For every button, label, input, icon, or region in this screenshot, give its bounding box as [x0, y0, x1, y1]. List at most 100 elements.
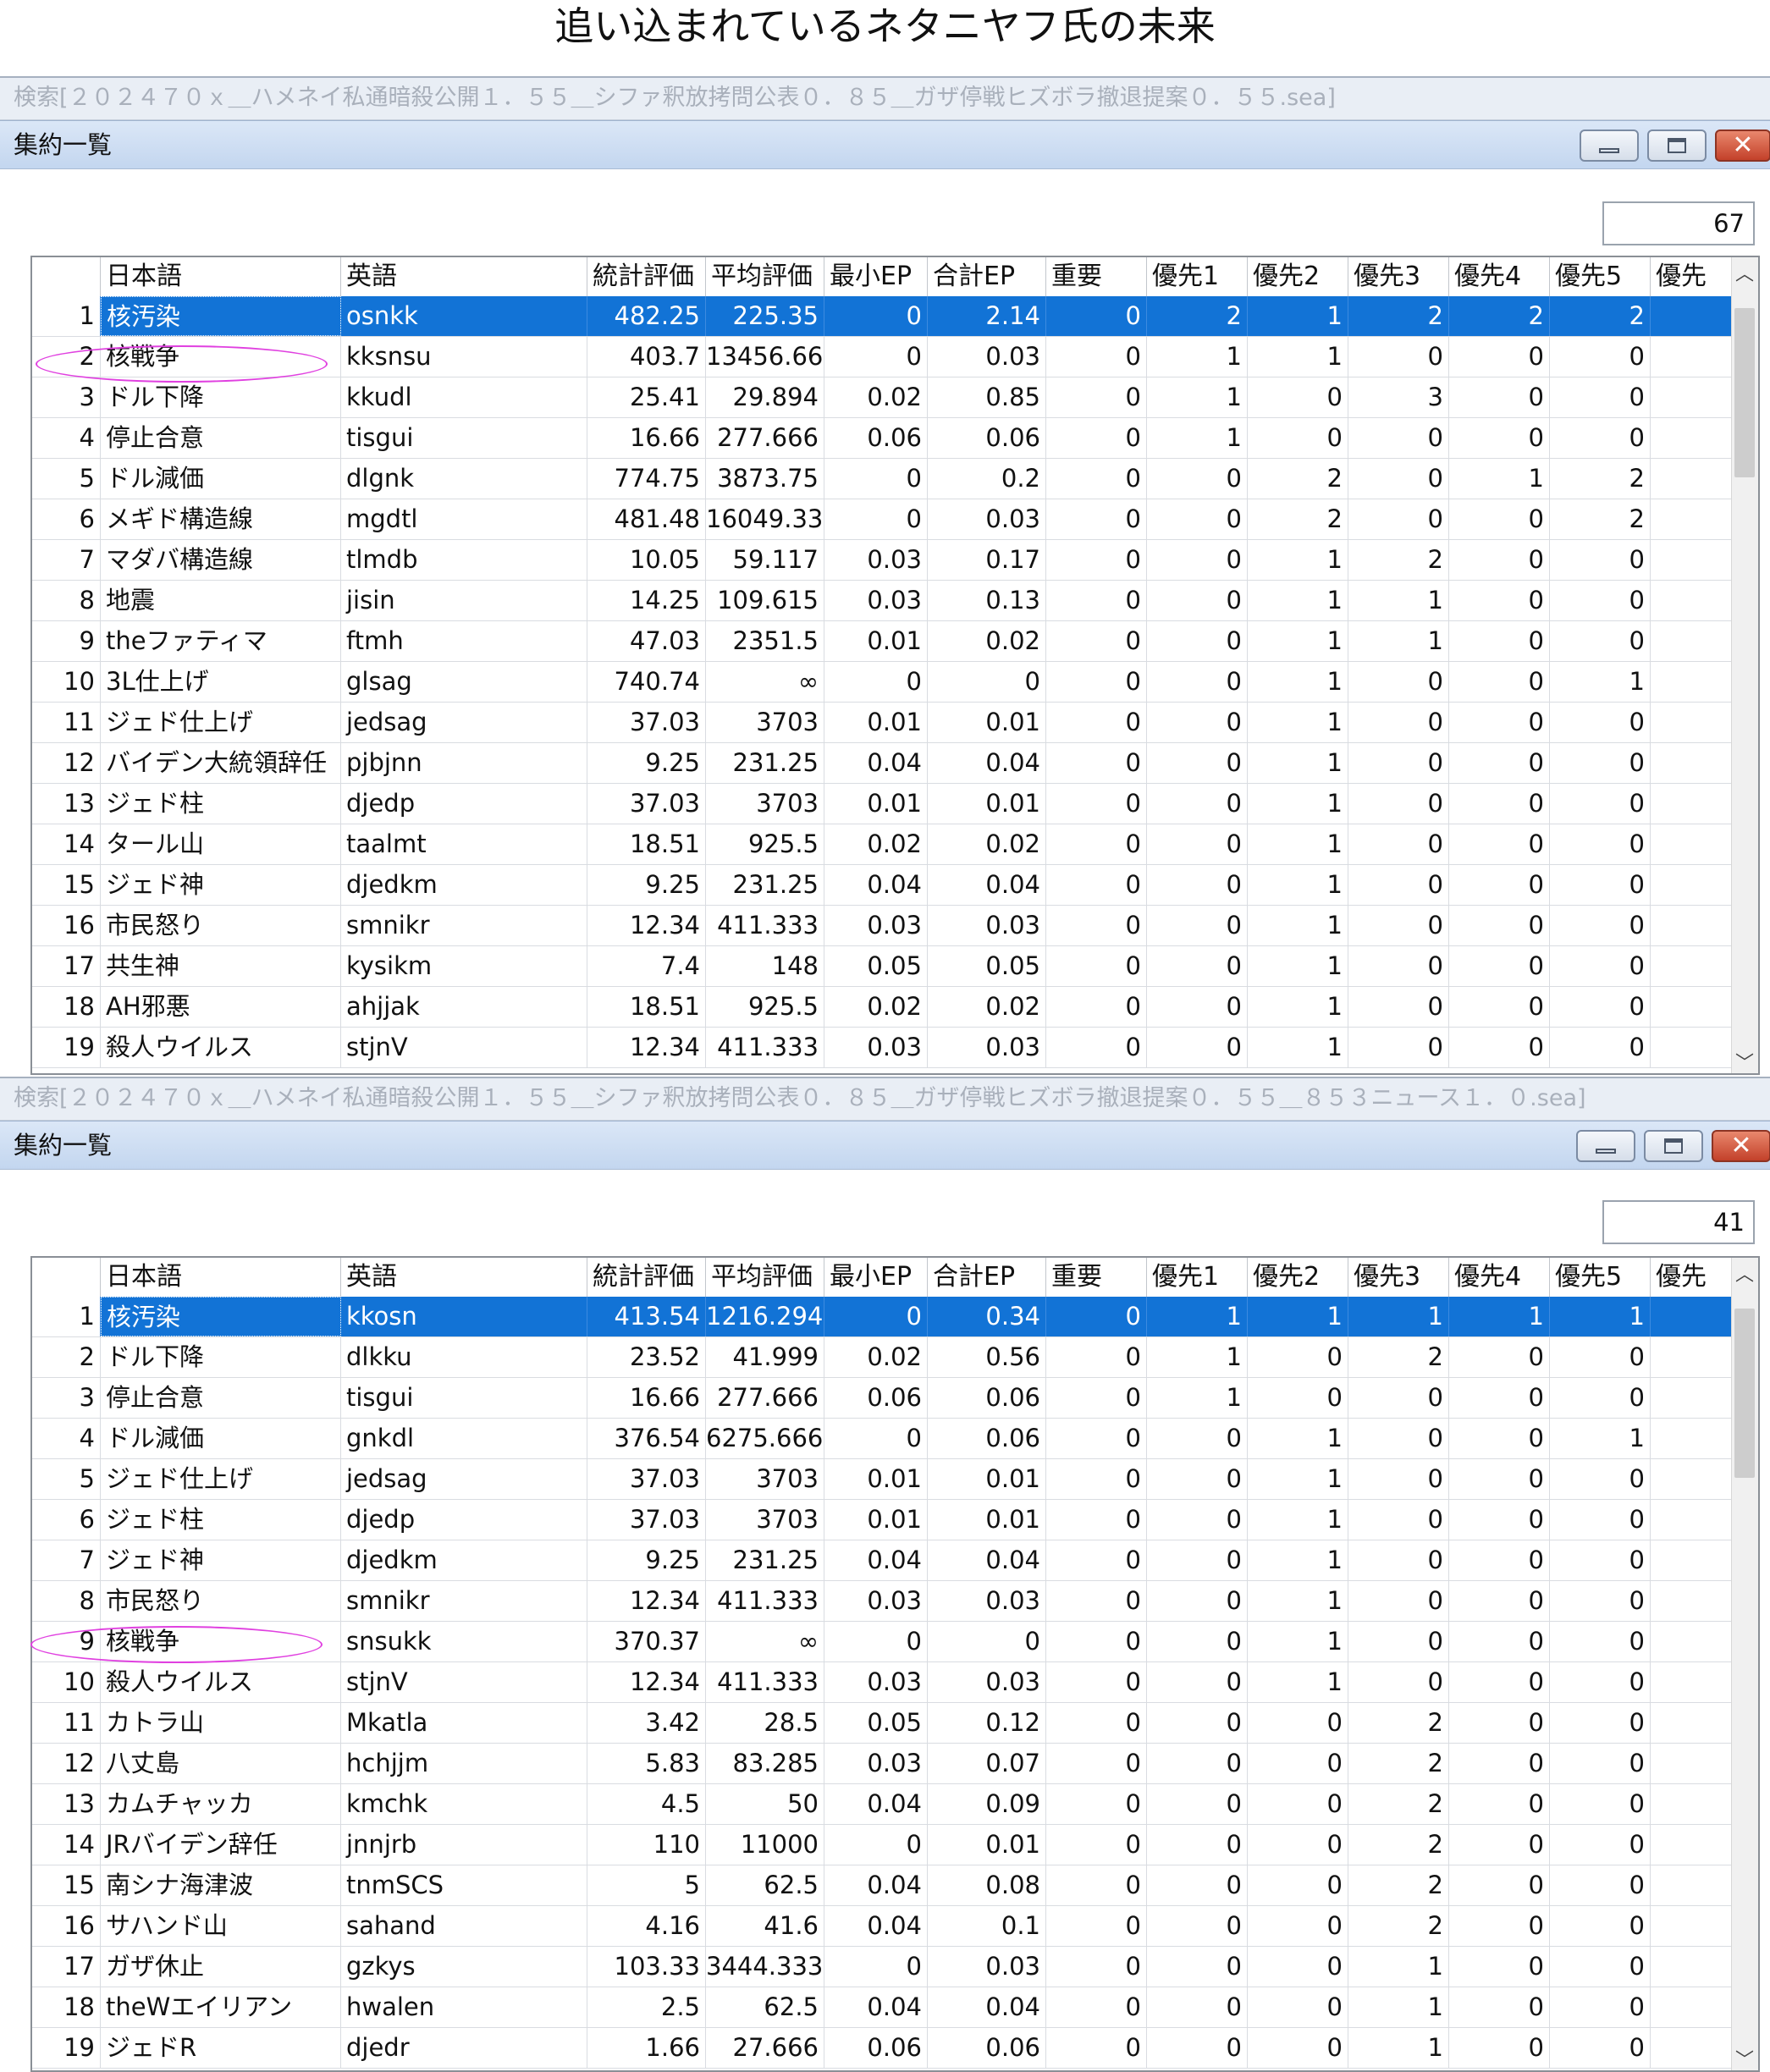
table-row[interactable]: 6メギド構造線mgdtl481.4816049.33300.03002002 [32, 499, 1758, 540]
table-row[interactable]: 5 ジェド仕上げ jedsag 37.03 3703 0.01 0.01 0 0 1 0 0 0 [32, 1459, 1758, 1500]
cell-priority4: 0 [1449, 743, 1550, 783]
cell-priority1: 0 [1147, 946, 1248, 986]
cell-stat-score: 16.66 [587, 1378, 706, 1418]
close-button[interactable]: ✕ [1712, 1130, 1770, 1162]
table-row[interactable]: 7 マダバ構造線 tlmdb 10.05 59.117 0.03 0.17 0 0 1 2 0 0 [32, 540, 1758, 581]
column-header-japanese[interactable]: 日本語 [101, 1258, 341, 1297]
close-button[interactable]: ✕ [1715, 130, 1770, 162]
table-row[interactable]: 11 カトラ山 Mkatla 3.42 28.5 0.05 0.12 0 0 0 2 0 0 [32, 1703, 1758, 1744]
table-row[interactable]: 5 ドル減価 dlgnk 774.75 3873.75 0 0.2 0 0 2 0 1 2 [32, 459, 1758, 499]
table-row-highlighted[interactable]: 9 核戦争 snsukk 370.37 ∞ 0 0 0 0 1 0 0 0 [32, 1622, 1758, 1662]
table-row[interactable]: 2 ドル下降 dlkku 23.52 41.999 0.02 0.56 0 1 0 2 0 0 [32, 1337, 1758, 1378]
table-row[interactable]: 4 ドル減価 gnkdl 376.54 6275.666 0 0.06 0 0 1 0 0 1 [32, 1419, 1758, 1459]
cell-min-ep: 0.04 [824, 1906, 928, 1946]
table-row[interactable]: 19 ジェドR djedr 1.66 27.666 0.06 0.06 0 0 0 1 0 0 [32, 2028, 1758, 2069]
column-header-row-number[interactable] [32, 1258, 101, 1297]
chevron-down-icon[interactable]: ﹀ [1732, 2048, 1757, 2070]
table-row[interactable]: 14 JRバイデン辞任 jnnjrb 110 11000 0 0.01 0 0 0 2 0 0 [32, 1825, 1758, 1865]
cell-min-ep: 0.04 [824, 1540, 928, 1580]
column-header-avg-score[interactable]: 平均評価 [706, 257, 824, 296]
chevron-up-icon[interactable]: ︿ [1732, 262, 1757, 288]
table-row[interactable]: 17 共生神 kysikm 7.4 148 0.05 0.05 0 0 1 0 0 0 [32, 946, 1758, 987]
cell-stat-score: 3.42 [587, 1703, 706, 1743]
column-header-avg-score[interactable]: 平均評価 [706, 1258, 824, 1297]
column-header-total-ep[interactable]: 合計EP [928, 1258, 1046, 1297]
scrollbar-thumb[interactable] [1734, 1309, 1755, 1478]
count-field[interactable]: 67 [1602, 201, 1755, 245]
count-field[interactable]: 41 [1602, 1200, 1755, 1244]
column-header-priority2[interactable]: 優先2 [1248, 1258, 1348, 1297]
cell-min-ep: 0 [824, 459, 928, 499]
table-row[interactable]: 13 カムチャッカ kmchk 4.5 50 0.04 0.09 0 0 0 2 0 0 [32, 1784, 1758, 1825]
column-header-priority3[interactable]: 優先3 [1348, 257, 1449, 296]
table-row[interactable]: 7 ジェド神 djedkm 9.25 231.25 0.04 0.04 0 0 1 0 0 0 [32, 1540, 1758, 1581]
table-row[interactable]: 18 theWエイリアン hwalen 2.5 62.5 0.04 0.04 0 0 0 1 0 0 [32, 1987, 1758, 2028]
table-row[interactable]: 12 八丈島 hchjjm 5.83 83.285 0.03 0.07 0 0 0 2 0 0 [32, 1744, 1758, 1784]
table-row[interactable]: 15 南シナ海津波 tnmSCS 5 62.5 0.04 0.08 0 0 0 2 0 0 [32, 1865, 1758, 1906]
table-row[interactable]: 8 市民怒り smnikr 12.34 411.333 0.03 0.03 0 0 1 0 0 0 [32, 1581, 1758, 1622]
table-row[interactable]: 1 核汚染 kkosn 413.54 1216.294 0 0.34 0 1 1 1 1 1 [32, 1297, 1758, 1337]
column-header-english[interactable]: 英語 [341, 257, 587, 296]
column-header-priority2[interactable]: 優先2 [1248, 257, 1348, 296]
aggregate-table[interactable]: 日本語 英語 統計評価 平均評価 最小EP 合計EP 重要 優先1 優先2 優先3 優先4 優先5 優先… [30, 256, 1760, 1075]
column-header-stat-score[interactable]: 統計評価 [587, 257, 706, 296]
column-header-priority1[interactable]: 優先1 [1147, 1258, 1248, 1297]
table-row[interactable]: 19 殺人ウイルス stjnV 12.34 411.333 0.03 0.03 0 0 1 0 0 0 [32, 1028, 1758, 1068]
column-header-min-ep[interactable]: 最小EP [824, 1258, 928, 1297]
column-header-priority4[interactable]: 優先4 [1449, 1258, 1550, 1297]
column-header-total-ep[interactable]: 合計EP [928, 257, 1046, 296]
column-header-priority4[interactable]: 優先4 [1449, 257, 1550, 296]
column-header-english[interactable]: 英語 [341, 1258, 587, 1297]
table-row[interactable]: 1 核汚染 osnkk 482.25 225.35 0 2.14 0 2 1 2 2 2 [32, 296, 1758, 337]
cell-min-ep: 0 [824, 1297, 928, 1336]
cell-japanese: 核戦争 [101, 337, 341, 377]
table-row-highlighted[interactable]: 2核戦争kksnsu403.713456.66600.03011000 [32, 337, 1758, 377]
table-row[interactable]: 14 タール山 taalmt 18.51 925.5 0.02 0.02 0 0 1 0 0 0 [32, 824, 1758, 865]
cell-row-number: 13 [32, 784, 101, 824]
column-header-priority5[interactable]: 優先5 [1550, 1258, 1651, 1297]
cell-english: stjnV [341, 1028, 587, 1067]
column-header-min-ep[interactable]: 最小EP [824, 257, 928, 296]
column-header-japanese[interactable]: 日本語 [101, 257, 341, 296]
column-header-priority5[interactable]: 優先5 [1550, 257, 1651, 296]
maximize-button[interactable] [1644, 1130, 1703, 1162]
table-row[interactable]: 18 AH邪悪 ahjjak 18.51 925.5 0.02 0.02 0 0 1 0 0 0 [32, 987, 1758, 1028]
table-row[interactable]: 3 停止合意 tisgui 16.66 277.666 0.06 0.06 0 1 0 0 0 0 [32, 1378, 1758, 1419]
table-row[interactable]: 4 停止合意 tisgui 16.66 277.666 0.06 0.06 0 1 0 0 0 0 [32, 418, 1758, 459]
aggregate-table[interactable]: 日本語 英語 統計評価 平均評価 最小EP 合計EP 重要 優先1 優先2 優先3 優先4 優先5 優先… [30, 1256, 1760, 2072]
cell-priority3: 0 [1348, 499, 1449, 539]
chevron-up-icon[interactable]: ︿ [1732, 1263, 1757, 1288]
minimize-button[interactable] [1580, 130, 1639, 162]
maximize-button[interactable] [1647, 130, 1707, 162]
column-header-important[interactable]: 重要 [1046, 1258, 1147, 1297]
cell-priority2: 1 [1248, 581, 1348, 620]
scrollbar-thumb[interactable] [1734, 308, 1755, 477]
table-row[interactable]: 12 バイデン大統領辞任 pjbjnn 9.25 231.25 0.04 0.04 0 0 1 0 0… [32, 743, 1758, 784]
cell-priority3: 2 [1348, 1337, 1449, 1377]
column-header-row-number[interactable] [32, 257, 101, 296]
column-header-important[interactable]: 重要 [1046, 257, 1147, 296]
table-row[interactable]: 13 ジェド柱 djedp 37.03 3703 0.01 0.01 0 0 1 0 0 0 [32, 784, 1758, 824]
table-row[interactable]: 8 地震 jisin 14.25 109.615 0.03 0.13 0 0 1 1 0 0 [32, 581, 1758, 621]
table-row[interactable]: 16 サハンド山 sahand 4.16 41.6 0.04 0.1 0 0 0 2 0 0 [32, 1906, 1758, 1947]
table-row[interactable]: 10 殺人ウイルス stjnV 12.34 411.333 0.03 0.03 0 0 1 0 0 0 [32, 1662, 1758, 1703]
cell-total-ep: 0.09 [928, 1784, 1046, 1824]
column-header-priority3[interactable]: 優先3 [1348, 1258, 1449, 1297]
minimize-button[interactable] [1576, 1130, 1635, 1162]
table-row[interactable]: 10 3L仕上げ glsag 740.74 ∞ 0 0 0 0 1 0 0 1 [32, 662, 1758, 703]
table-row[interactable]: 6 ジェド柱 djedp 37.03 3703 0.01 0.01 0 0 1 0 0 0 [32, 1500, 1758, 1540]
vertical-scrollbar[interactable]: ︿ ﹀ [1731, 257, 1758, 1073]
column-header-priority1[interactable]: 優先1 [1147, 257, 1248, 296]
cell-priority5: 0 [1550, 1987, 1651, 2027]
vertical-scrollbar[interactable]: ︿ ﹀ [1731, 1258, 1758, 2070]
column-header-stat-score[interactable]: 統計評価 [587, 1258, 706, 1297]
table-row[interactable]: 16 市民怒り smnikr 12.34 411.333 0.03 0.03 0 0 1 0 0 0 [32, 906, 1758, 946]
minimize-icon [1599, 148, 1619, 153]
chevron-down-icon[interactable]: ﹀ [1732, 1051, 1757, 1073]
table-row[interactable]: 17 ガザ休止 gzkys 103.33 3444.333 0 0.03 0 0 0 1 0 0 [32, 1947, 1758, 1987]
cell-priority5: 0 [1550, 865, 1651, 905]
table-row[interactable]: 3 ドル下降 kkudl 25.41 29.894 0.02 0.85 0 1 0 3 0 0 [32, 377, 1758, 418]
table-row[interactable]: 11 ジェド仕上げ jedsag 37.03 3703 0.01 0.01 0 0 1 0 0 0 [32, 703, 1758, 743]
table-row[interactable]: 9 theファティマ ftmh 47.03 2351.5 0.01 0.02 0 0 1 1 0 0 [32, 621, 1758, 662]
table-row[interactable]: 15 ジェド神 djedkm 9.25 231.25 0.04 0.04 0 0 1 0 0 0 [32, 865, 1758, 906]
